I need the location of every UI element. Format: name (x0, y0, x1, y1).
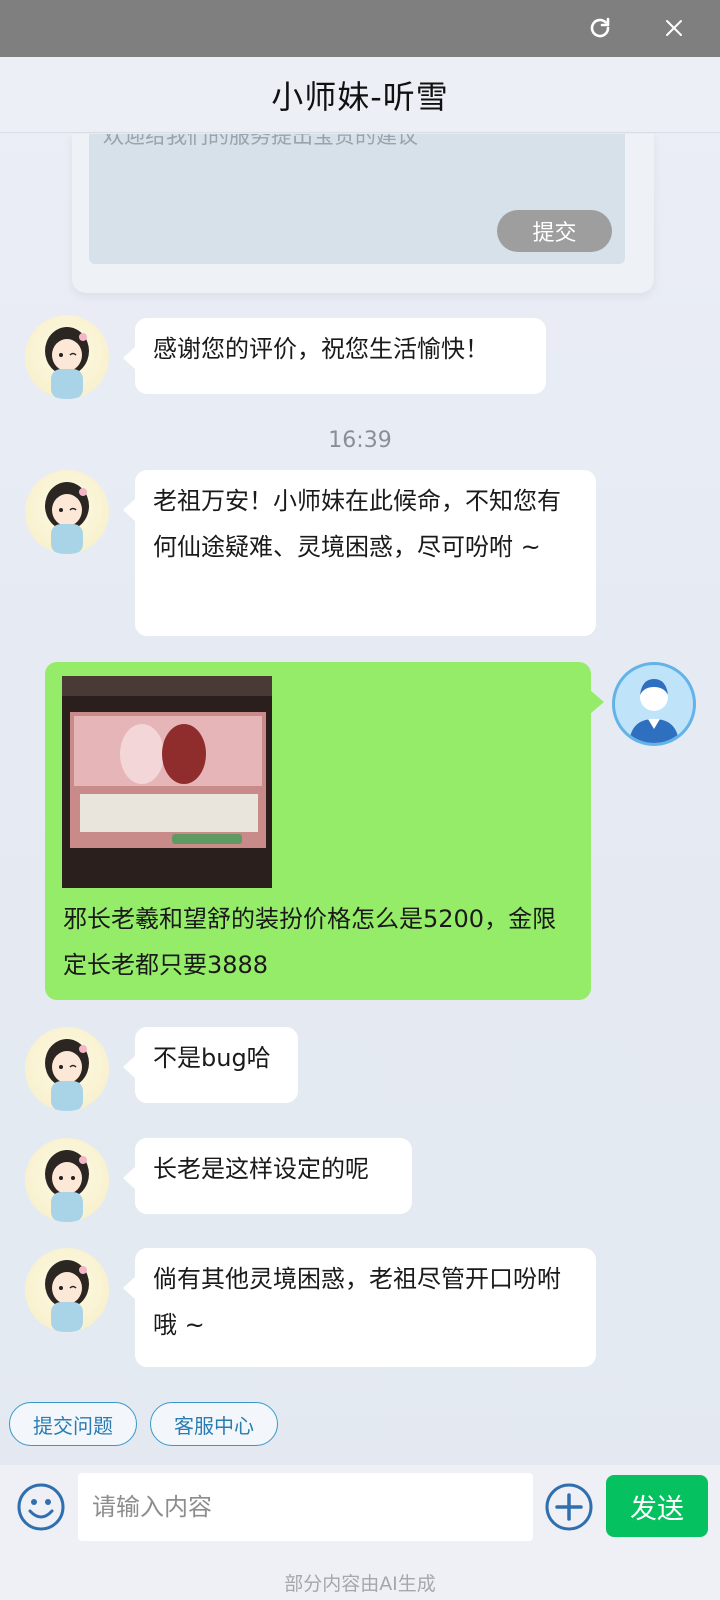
user-icon (629, 679, 679, 743)
assistant-avatar (25, 1138, 109, 1222)
message-text: 邪长老羲和望舒的装扮价格怎么是5200，金限定长老都只要3888 (63, 905, 557, 979)
attached-screenshot-image[interactable] (62, 676, 272, 888)
service-center-chip[interactable]: 客服中心 (150, 1402, 278, 1446)
message-text: 长老是这样设定的呢 (153, 1155, 369, 1183)
message-text: 不是bug哈 (153, 1044, 271, 1072)
message-text: 感谢您的评价，祝您生活愉快！ (153, 335, 489, 363)
assistant-avatar (25, 470, 109, 554)
message-input[interactable] (78, 1473, 533, 1541)
user-avatar (612, 662, 696, 746)
emoji-icon[interactable] (16, 1482, 66, 1532)
assistant-message: 倘有其他灵境困惑，老祖尽管开口吩咐哦 ~ (123, 1248, 596, 1367)
chat-header: 小师妹-听雪 (0, 57, 720, 133)
assistant-avatar (25, 1027, 109, 1111)
refresh-icon[interactable] (588, 16, 612, 40)
assistant-message: 不是bug哈 (123, 1027, 298, 1103)
girl-avatar-icon (45, 1150, 89, 1222)
composer-bar: 发送 部分内容由AI生成 (0, 1465, 720, 1600)
assistant-avatar (25, 315, 109, 399)
message-text: 老祖万安！小师妹在此候命，不知您有何仙途疑难、灵境困惑，尽可吩咐 ~ (153, 487, 561, 561)
girl-avatar-icon (45, 482, 89, 554)
feedback-placeholder: 欢迎给我们的服务提出宝贵的建议 (103, 134, 418, 148)
close-icon[interactable] (662, 16, 686, 40)
feedback-submit-button[interactable]: 提交 (497, 210, 612, 252)
assistant-message: 感谢您的评价，祝您生活愉快！ (123, 318, 546, 394)
message-text: 倘有其他灵境困惑，老祖尽管开口吩咐哦 ~ (153, 1265, 561, 1339)
page-title: 小师妹-听雪 (271, 77, 449, 116)
girl-avatar-icon (45, 1039, 89, 1111)
girl-avatar-icon (45, 1260, 89, 1332)
send-button[interactable]: 发送 (606, 1475, 708, 1537)
girl-avatar-icon (45, 327, 89, 399)
game-screenshot-icon (62, 676, 272, 888)
assistant-avatar (25, 1248, 109, 1332)
message-timestamp: 16:39 (328, 428, 392, 453)
assistant-message: 长老是这样设定的呢 (123, 1138, 412, 1214)
plus-circle-icon[interactable] (544, 1482, 594, 1532)
ai-disclaimer: 部分内容由AI生成 (284, 1573, 436, 1595)
assistant-message: 老祖万安！小师妹在此候命，不知您有何仙途疑难、灵境困惑，尽可吩咐 ~ (123, 470, 596, 636)
top-bar (0, 0, 720, 57)
submit-question-chip[interactable]: 提交问题 (9, 1402, 137, 1446)
